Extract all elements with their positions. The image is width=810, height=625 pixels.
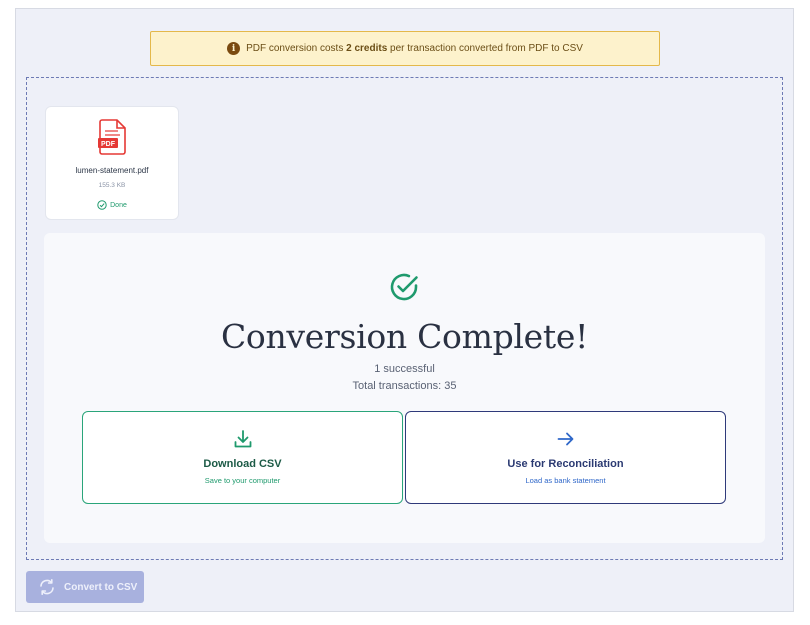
success-count: 1 successful [374, 363, 435, 375]
file-name: lumen-statement.pdf [75, 166, 149, 175]
convert-to-csv-label: Convert to CSV [64, 581, 138, 593]
conversion-result: Conversion Complete! 1 successful Total … [44, 233, 765, 543]
arrow-right-icon [557, 432, 573, 446]
pdf-badge-text: PDF [101, 141, 116, 148]
check-circle-icon [390, 273, 418, 301]
file-size: 155.3 KB [98, 182, 126, 189]
file-status: Done [46, 200, 178, 210]
download-csv-label: Download CSV [203, 458, 282, 470]
refresh-icon [40, 579, 54, 595]
notice-text: PDF conversion costs 2 credits per trans… [246, 43, 583, 54]
download-csv-button[interactable]: Download CSV Save to your computer [82, 411, 403, 504]
pdf-file-icon: PDF [98, 119, 126, 155]
download-icon [234, 430, 251, 448]
info-icon: i [227, 42, 241, 55]
reconciliation-hint: Load as bank statement [525, 476, 606, 485]
reconciliation-label: Use for Reconciliation [507, 458, 624, 470]
file-card: PDF lumen-statement.pdf 155.3 KB Done [45, 106, 179, 220]
page-title: Conversion Complete! [220, 317, 589, 356]
download-csv-hint: Save to your computer [204, 476, 281, 485]
use-for-reconciliation-button[interactable]: Use for Reconciliation Load as bank stat… [405, 411, 726, 504]
check-circle-small-icon [97, 200, 107, 210]
credit-cost-notice: i PDF conversion costs 2 credits per tra… [150, 31, 660, 66]
transaction-count: Total transactions: 35 [352, 380, 457, 392]
file-status-label: Done [110, 201, 127, 209]
convert-to-csv-button[interactable]: Convert to CSV [26, 571, 144, 603]
